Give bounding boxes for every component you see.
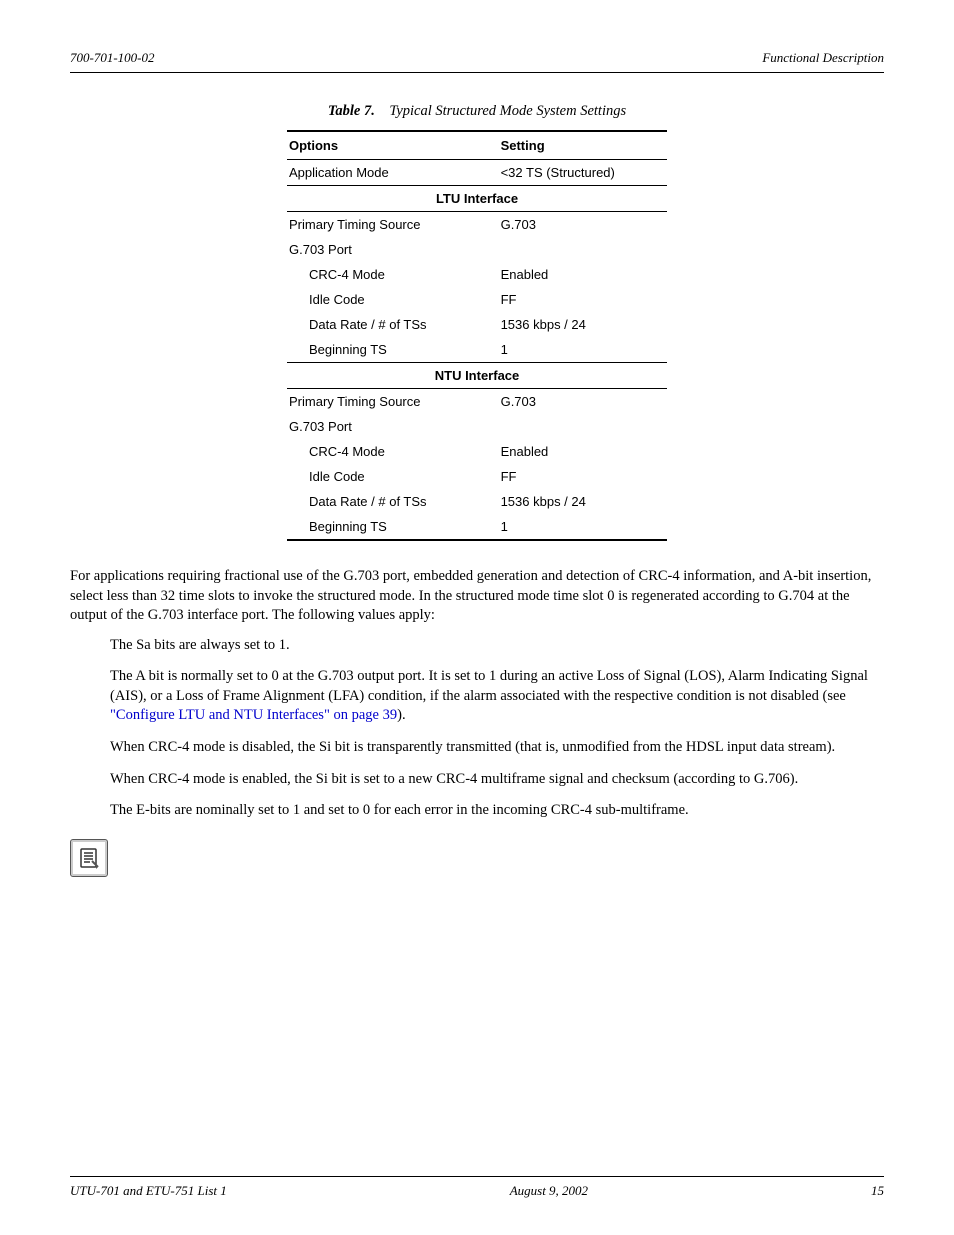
table-row: CRC-4 Mode Enabled bbox=[287, 439, 667, 464]
values-list: The Sa bits are always set to 1. The A b… bbox=[70, 636, 884, 821]
page-header: 700-701-100-02 Functional Description bbox=[70, 50, 884, 73]
cell-option: Idle Code bbox=[287, 287, 481, 312]
list-item: The Sa bits are always set to 1. bbox=[110, 636, 884, 656]
note-icon bbox=[70, 839, 108, 877]
cell-setting: <32 TS (Structured) bbox=[481, 160, 667, 186]
section-ltu-interface: LTU Interface bbox=[287, 186, 667, 212]
table-7: Table 7. Typical Structured Mode System … bbox=[287, 103, 667, 541]
header-doc-number: 700-701-100-02 bbox=[70, 50, 155, 66]
cell-option: Primary Timing Source bbox=[287, 389, 481, 415]
settings-table: Options Setting Application Mode <32 TS … bbox=[287, 130, 667, 541]
cell-setting bbox=[481, 414, 667, 439]
footer-date: August 9, 2002 bbox=[510, 1183, 588, 1199]
footer-product: UTU-701 and ETU-751 List 1 bbox=[70, 1183, 227, 1199]
col-options: Options bbox=[287, 131, 481, 160]
cell-setting bbox=[481, 237, 667, 262]
table-caption: Table 7. Typical Structured Mode System … bbox=[287, 103, 667, 120]
cell-setting: FF bbox=[481, 287, 667, 312]
table-title-text: Typical Structured Mode System Settings bbox=[389, 103, 626, 119]
page-footer: UTU-701 and ETU-751 List 1 August 9, 200… bbox=[70, 1176, 884, 1199]
cell-setting: 1 bbox=[481, 337, 667, 363]
cell-setting: Enabled bbox=[481, 439, 667, 464]
cell-setting: 1536 kbps / 24 bbox=[481, 489, 667, 514]
list-item: The A bit is normally set to 0 at the G.… bbox=[110, 667, 884, 726]
section-label: LTU Interface bbox=[287, 186, 667, 212]
cell-setting: Enabled bbox=[481, 262, 667, 287]
cell-setting: 1536 kbps / 24 bbox=[481, 312, 667, 337]
table-row: CRC-4 Mode Enabled bbox=[287, 262, 667, 287]
table-row: Data Rate / # of TSs 1536 kbps / 24 bbox=[287, 489, 667, 514]
list-item: When CRC-4 mode is disabled, the Si bit … bbox=[110, 738, 884, 758]
table-row: Application Mode <32 TS (Structured) bbox=[287, 160, 667, 186]
list-item: The E-bits are nominally set to 1 and se… bbox=[110, 801, 884, 821]
table-header-row: Options Setting bbox=[287, 131, 667, 160]
cross-reference-link[interactable]: "Configure LTU and NTU Interfaces" on pa… bbox=[110, 707, 397, 723]
bullet-text-b: ). bbox=[397, 707, 405, 723]
cell-option: Data Rate / # of TSs bbox=[287, 312, 481, 337]
cell-option: CRC-4 Mode bbox=[287, 262, 481, 287]
header-section-title: Functional Description bbox=[762, 50, 884, 66]
cell-setting: G.703 bbox=[481, 389, 667, 415]
table-row: G.703 Port bbox=[287, 237, 667, 262]
table-label: Table 7. bbox=[328, 103, 375, 119]
section-ntu-interface: NTU Interface bbox=[287, 363, 667, 389]
cell-option: Beginning TS bbox=[287, 337, 481, 363]
table-row: G.703 Port bbox=[287, 414, 667, 439]
cell-setting: FF bbox=[481, 464, 667, 489]
cell-option: G.703 Port bbox=[287, 237, 481, 262]
cell-option: Idle Code bbox=[287, 464, 481, 489]
col-setting: Setting bbox=[481, 131, 667, 160]
table-row: Primary Timing Source G.703 bbox=[287, 389, 667, 415]
footer-page-number: 15 bbox=[871, 1183, 884, 1199]
cell-setting: 1 bbox=[481, 514, 667, 540]
cell-option: Primary Timing Source bbox=[287, 212, 481, 238]
cell-option: G.703 Port bbox=[287, 414, 481, 439]
section-label: NTU Interface bbox=[287, 363, 667, 389]
bullet-text-a: The A bit is normally set to 0 at the G.… bbox=[110, 668, 868, 704]
table-row: Idle Code FF bbox=[287, 287, 667, 312]
table-row: Data Rate / # of TSs 1536 kbps / 24 bbox=[287, 312, 667, 337]
table-row: Primary Timing Source G.703 bbox=[287, 212, 667, 238]
cell-option: Application Mode bbox=[287, 160, 481, 186]
paragraph-intro: For applications requiring fractional us… bbox=[70, 567, 884, 626]
cell-option: Data Rate / # of TSs bbox=[287, 489, 481, 514]
cell-option: Beginning TS bbox=[287, 514, 481, 540]
list-item: When CRC-4 mode is enabled, the Si bit i… bbox=[110, 770, 884, 790]
cell-setting: G.703 bbox=[481, 212, 667, 238]
table-row: Beginning TS 1 bbox=[287, 337, 667, 363]
cell-option: CRC-4 Mode bbox=[287, 439, 481, 464]
table-row: Idle Code FF bbox=[287, 464, 667, 489]
table-row: Beginning TS 1 bbox=[287, 514, 667, 540]
